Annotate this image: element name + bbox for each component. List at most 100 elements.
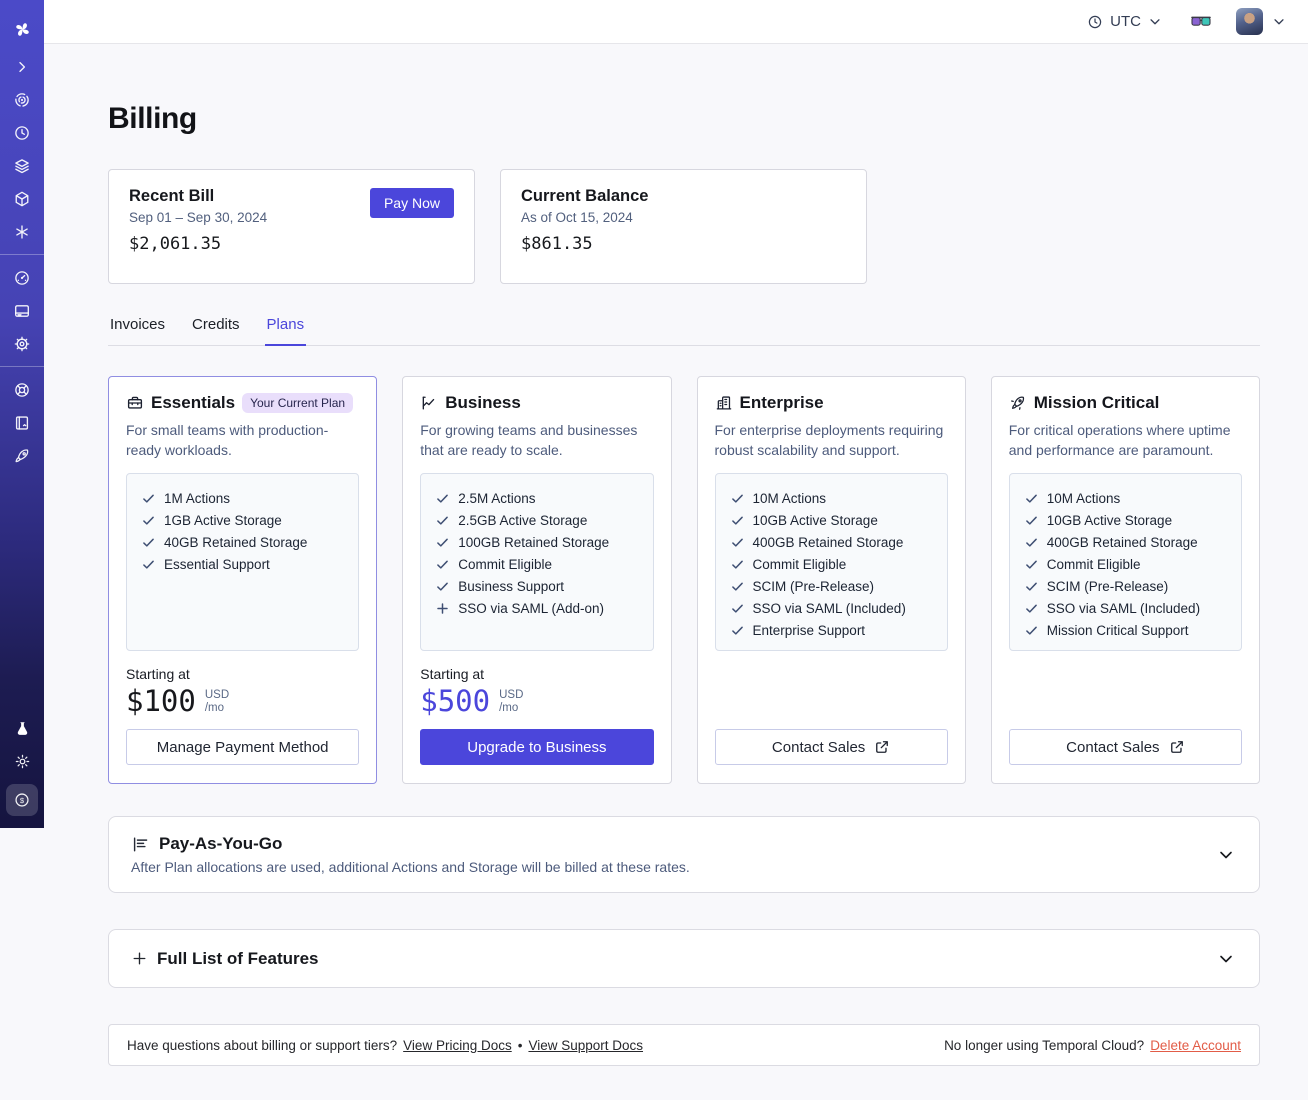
payg-title: Pay-As-You-Go [159,834,283,853]
check-icon [731,582,743,591]
sidebar-item-theme[interactable] [5,745,39,778]
sidebar-logo[interactable] [5,8,39,50]
gauge-icon [15,270,29,285]
feature-list: 1M Actions 1GB Active Storage 40GB Retaine… [126,473,360,651]
sidebar-item-usage[interactable] [5,261,39,294]
contact-sales-button[interactable]: Contact Sales [714,729,948,765]
timezone-selector[interactable]: UTC [1087,13,1162,30]
sidebar-item-getting-started[interactable] [5,439,39,472]
payg-description: After Plan allocations are used, additio… [131,859,690,875]
feature-text: Commit Eligible [1046,556,1141,572]
contact-sales-label: Contact Sales [771,738,866,756]
feature-text: 1GB Active Storage [164,512,282,528]
feature-item: Commit Eligible [435,553,638,575]
layers-icon [15,158,29,173]
sidebar-item-deployments[interactable] [5,182,39,215]
billing-tabs: Invoices Credits Plans [108,312,1260,346]
check-icon [1025,604,1037,613]
window-icon [15,304,29,317]
feature-text: SCIM (Pre-Release) [752,578,875,594]
external-link-icon [876,741,889,753]
clock-icon [15,125,29,140]
sidebar-item-schedules[interactable] [5,116,39,149]
check-icon [731,604,743,613]
feature-text: 10GB Active Storage [752,512,878,528]
feature-text: 40GB Retained Storage [164,534,308,550]
feature-text: 10GB Active Storage [1046,512,1173,528]
plan-name: Mission Critical [1033,393,1160,412]
feature-text: Business Support [458,578,565,594]
delete-account-link[interactable]: Delete Account [1150,1038,1241,1053]
recent-bill-card: Recent Bill Sep 01 – Sep 30, 2024 $2,061… [108,169,475,284]
chevron-down-icon [1220,851,1232,858]
sidebar-nav: $ [0,0,44,828]
check-icon [1025,582,1037,591]
sidebar-item-nexus[interactable] [5,215,39,248]
feature-item: 10GB Active Storage [1024,509,1227,531]
feature-item: SSO via SAML (Included) [730,597,933,619]
check-icon [1025,516,1037,525]
sidebar-item-support[interactable] [5,373,39,406]
rocket-icon [15,448,29,462]
contact-sales-button[interactable]: Contact Sales [1008,729,1242,765]
plus-icon [437,602,448,614]
feedback-goggles-button[interactable] [1190,14,1212,29]
coin-dollar-icon: $ [15,793,29,807]
feature-item: Mission Critical Support [1024,619,1227,641]
target-icon [15,92,29,107]
toolbox-icon [127,396,143,409]
full-features-expand-button[interactable] [1217,950,1235,968]
feature-item: 10GB Active Storage [730,509,933,531]
plan-cards: Essentials Your Current Plan For small t… [108,376,1260,784]
top-bar: UTC [44,0,1308,44]
pay-now-button[interactable]: Pay Now [369,188,454,218]
price-block: Starting at $500 USD /mo [420,666,653,718]
check-icon [143,560,154,569]
flask-icon [17,722,27,735]
sidebar-item-accounts[interactable] [5,294,39,327]
sidebar-item-namespaces[interactable] [5,83,39,116]
sidebar-item-labs[interactable] [5,712,39,745]
sidebar-item-stack[interactable] [5,149,39,182]
feature-list: 2.5M Actions 2.5GB Active Storage 100GB Re… [420,473,654,651]
check-icon [1025,494,1037,503]
tab-credits[interactable]: Credits [190,312,242,346]
plan-description: For critical operations where uptime and… [1008,422,1231,458]
feature-item: SCIM (Pre-Release) [730,575,933,597]
upgrade-business-button[interactable]: Upgrade to Business [420,729,654,765]
feature-item: 1GB Active Storage [141,509,344,531]
sidebar-item-docs[interactable] [5,406,39,439]
plan-description: For small teams with production-ready wo… [126,422,329,458]
sidebar-item-settings[interactable] [5,327,39,360]
payg-expand-button[interactable] [1217,846,1235,864]
check-icon [1025,560,1037,569]
plan-price: $500 [420,684,491,718]
feature-text: SSO via SAML (Included) [1046,600,1201,616]
current-balance-card: Current Balance As of Oct 15, 2024 $861.… [500,169,867,284]
lifebuoy-icon [15,382,29,397]
check-icon [437,516,449,525]
chevron-down-icon [1220,955,1232,962]
sidebar-item-expand[interactable] [5,50,39,83]
check-icon [731,626,743,635]
footer-question: Have questions about billing or support … [127,1037,398,1053]
feature-item: 100GB Retained Storage [435,531,638,553]
pricing-docs-link[interactable]: View Pricing Docs [403,1038,512,1053]
check-icon [437,538,449,547]
feature-text: 400GB Retained Storage [752,534,904,550]
tab-invoices[interactable]: Invoices [108,312,167,346]
billing-summary: Recent Bill Sep 01 – Sep 30, 2024 $2,061… [108,169,1260,284]
starting-at-label: Starting at [420,666,485,682]
starting-at-label: Starting at [126,666,190,682]
temporal-logo-icon [15,22,29,36]
support-docs-link[interactable]: View Support Docs [528,1038,643,1053]
feature-item: 400GB Retained Storage [1024,531,1227,553]
sidebar-item-billing[interactable]: $ [6,784,38,816]
plan-card-business: Business For growing teams and businesse… [402,376,672,784]
manage-payment-button[interactable]: Manage Payment Method [126,729,360,765]
plan-card-enterprise: Enterprise For enterprise deployments re… [696,376,966,784]
tab-plans[interactable]: Plans [264,312,307,346]
check-icon [143,538,154,547]
account-menu[interactable] [1236,8,1286,35]
feature-item: Enterprise Support [730,619,933,641]
